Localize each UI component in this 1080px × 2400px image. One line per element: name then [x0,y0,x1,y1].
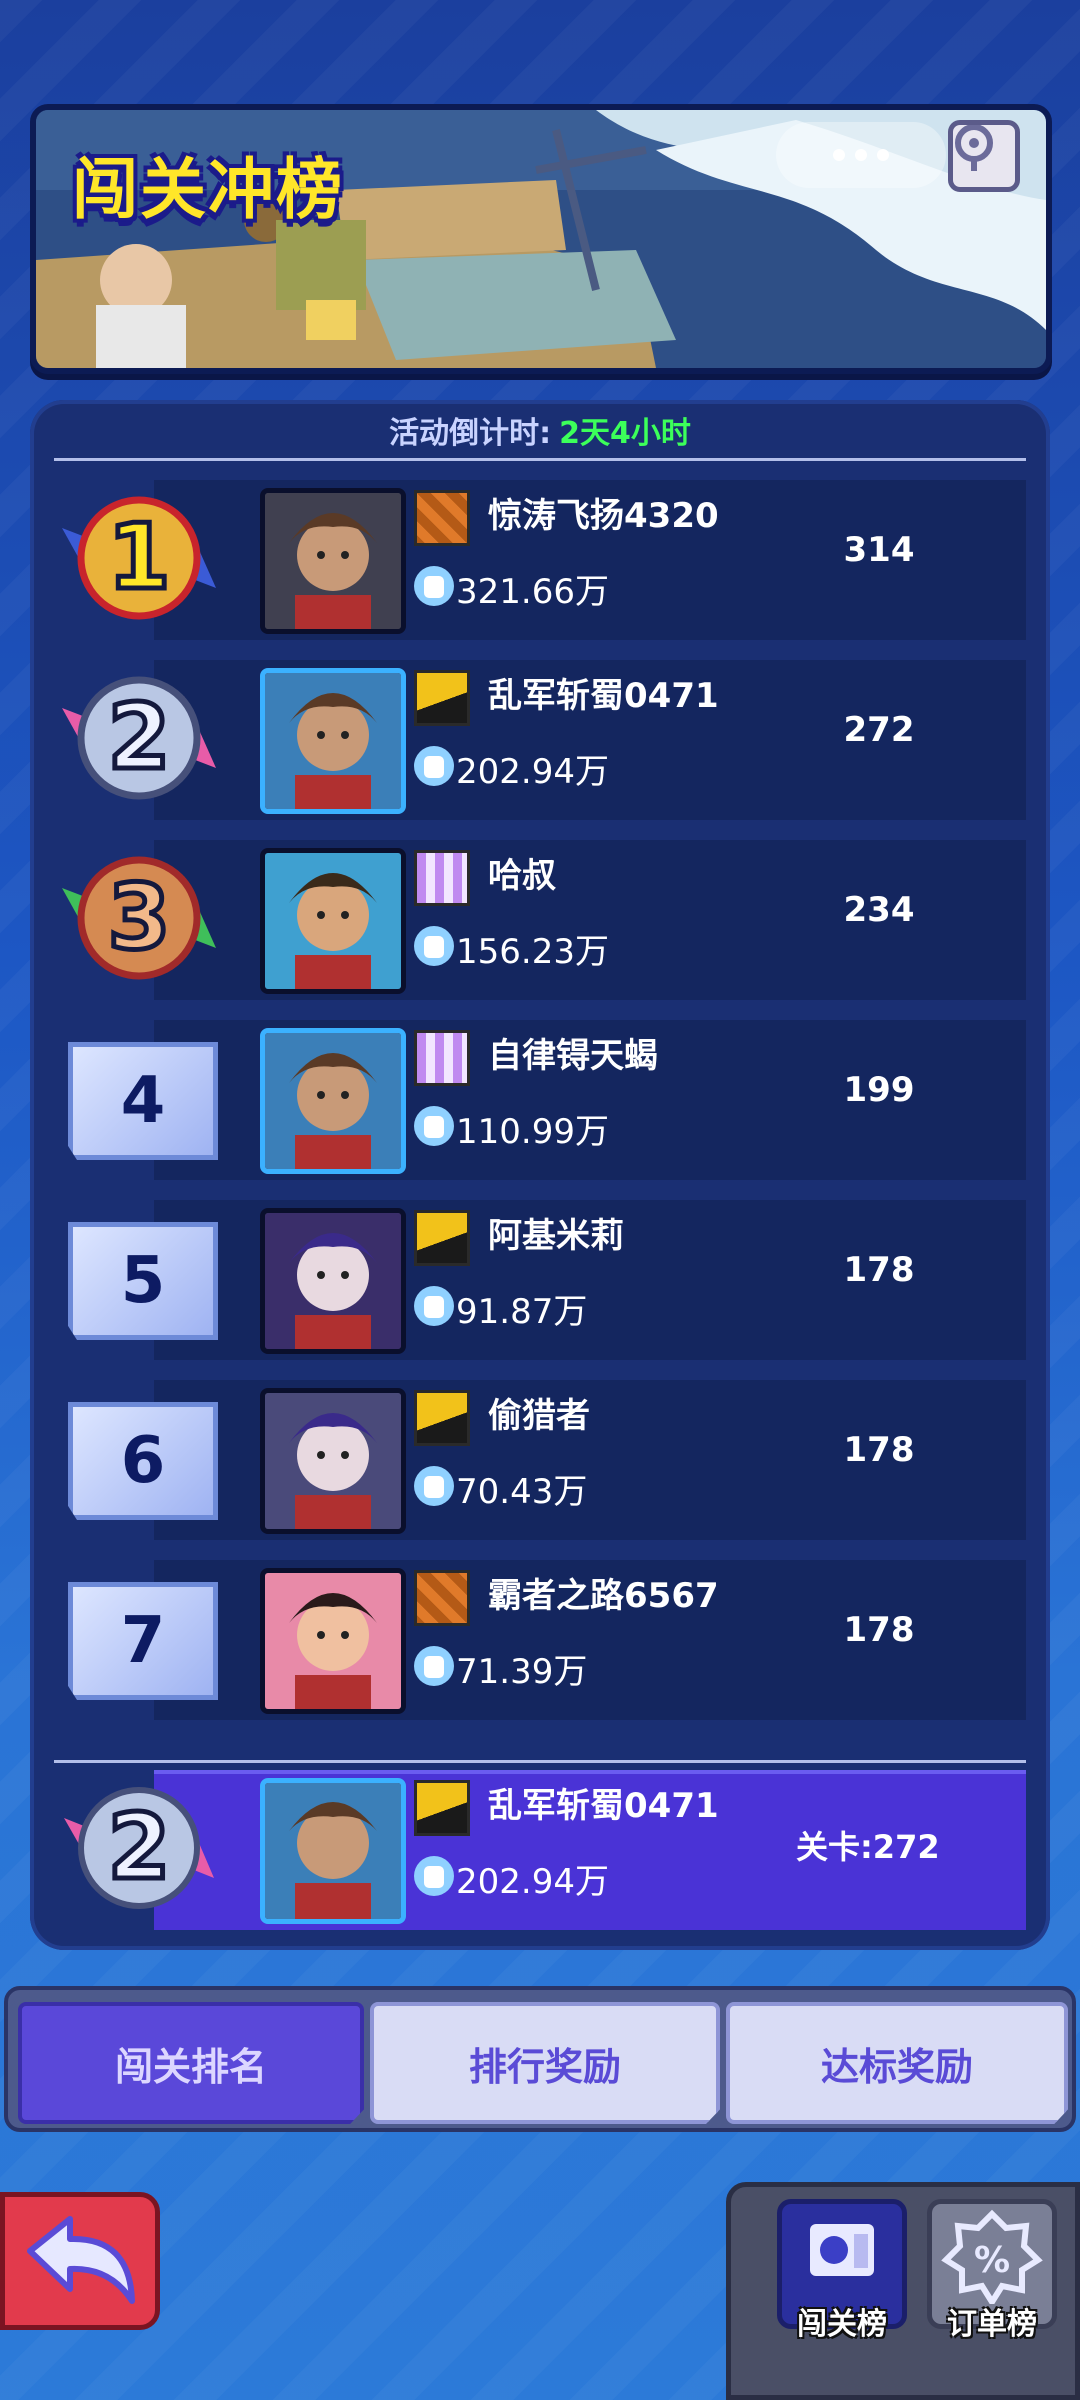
my-rank-row[interactable]: 2 乱军斩蜀0471 202.94万 关卡:272 [54,1770,1026,1930]
stage-score: 272 [843,710,915,750]
power-value: 321.66万 [456,572,609,612]
power-value: 202.94万 [456,752,609,792]
fist-icon [414,1646,454,1686]
stage-score: 178 [843,1430,915,1470]
rank-medal-icon: 2 [62,676,216,800]
ranking-panel: 活动倒计时: 2天4小时 1 惊涛飞扬4320 321.66万 314 2 乱军… [30,400,1050,1950]
more-menu-button[interactable] [776,122,946,188]
power-value: 91.87万 [456,1292,588,1332]
player-name: 偷猎者 [488,1396,590,1436]
rank-number: 3 [108,865,171,970]
countdown: 活动倒计时: 2天4小时 [30,400,1050,460]
rank-number: 7 [68,1582,218,1700]
my-player-name: 乱军斩蜀0471 [488,1786,719,1826]
fist-icon [414,1856,454,1896]
fist-icon [414,746,454,786]
leaderboard-row[interactable]: 2 乱军斩蜀0471 202.94万 272 [54,660,1026,820]
countdown-label: 活动倒计时: [389,416,552,451]
fist-icon [414,1106,454,1146]
rank-number: 4 [68,1042,218,1160]
guild-flag-icon [414,670,470,726]
rank-medal-icon: 1 [62,496,216,620]
tab-stage-ranking[interactable]: 闯关排名 [18,2002,364,2124]
player-name: 乱军斩蜀0471 [488,676,719,716]
my-power-value: 202.94万 [456,1862,609,1902]
guild-flag-icon [414,1780,470,1836]
player-name: 惊涛飞扬4320 [488,496,719,536]
top-divider [54,458,1026,461]
rank-number: 6 [68,1402,218,1520]
stage-score: 234 [843,890,915,930]
stage-score: 178 [843,1610,915,1650]
svg-text:%: % [974,2240,1010,2281]
tab-rank-rewards[interactable]: 排行奖励 [370,2002,720,2124]
fist-icon [414,1286,454,1326]
stage-score: 314 [843,530,915,570]
player-name: 霸者之路6567 [488,1576,719,1616]
guild-flag-icon [414,1390,470,1446]
back-button[interactable] [0,2192,160,2330]
guild-flag-icon [414,490,470,546]
order-leaderboard-label: 订单榜 [947,2307,1037,2342]
avatar[interactable] [260,1208,406,1354]
leaderboard-dock: 闯关榜 % 订单榜 [726,2182,1080,2400]
guild-flag-icon [414,1210,470,1266]
player-name: 自律锝天蝎 [488,1036,658,1076]
guild-flag-icon [414,1570,470,1626]
avatar[interactable] [260,1388,406,1534]
player-name: 阿基米莉 [488,1216,624,1256]
leaderboard-row[interactable]: 3 哈叔 156.23万 234 [54,840,1026,1000]
player-name: 哈叔 [488,856,556,896]
avatar[interactable] [260,1778,406,1924]
bottom-divider [54,1760,1026,1763]
rank-number: 2 [108,685,171,790]
fist-icon [414,1466,454,1506]
tab-bar: 闯关排名 排行奖励 达标奖励 [4,1986,1076,2132]
rank-medal-icon: 3 [62,856,216,980]
rank-number: 1 [108,505,171,610]
discount-badge-icon: % [941,2209,1043,2308]
power-value: 71.39万 [456,1652,588,1692]
stage-leaderboard-label: 闯关榜 [797,2307,887,2342]
power-value: 70.43万 [456,1472,588,1512]
avatar[interactable] [260,1028,406,1174]
back-arrow-icon [27,2216,135,2304]
power-value: 110.99万 [456,1112,609,1152]
target-icon[interactable] [948,120,1020,192]
banner-title: 闯关冲榜 [72,151,344,228]
stage-score: 178 [843,1250,915,1290]
fist-icon [414,566,454,606]
avatar[interactable] [260,1568,406,1714]
leaderboard-row[interactable]: 6 偷猎者 70.43万 178 [54,1380,1026,1540]
avatar[interactable] [260,668,406,814]
rank-number: 5 [68,1222,218,1340]
my-rank-number: 2 [108,1795,171,1900]
tab-target-rewards[interactable]: 达标奖励 [726,2002,1068,2124]
avatar[interactable] [260,488,406,634]
guild-flag-icon [414,850,470,906]
silver-medal-icon: 2 [64,1787,214,1909]
leaderboard-row[interactable]: 5 阿基米莉 91.87万 178 [54,1200,1026,1360]
countdown-value: 2天4小时 [559,416,691,451]
power-value: 156.23万 [456,932,609,972]
guild-flag-icon [414,1030,470,1086]
fist-icon [414,926,454,966]
my-level: 关卡:272 [796,1828,940,1866]
leaderboard-row[interactable]: 7 霸者之路6567 71.39万 178 [54,1560,1026,1720]
avatar[interactable] [260,848,406,994]
leaderboard-row[interactable]: 4 自律锝天蝎 110.99万 199 [54,1020,1026,1180]
event-banner: 闯关冲榜 [30,104,1052,374]
leaderboard-row[interactable]: 1 惊涛飞扬4320 321.66万 314 [54,480,1026,640]
stage-score: 199 [843,1070,915,1110]
